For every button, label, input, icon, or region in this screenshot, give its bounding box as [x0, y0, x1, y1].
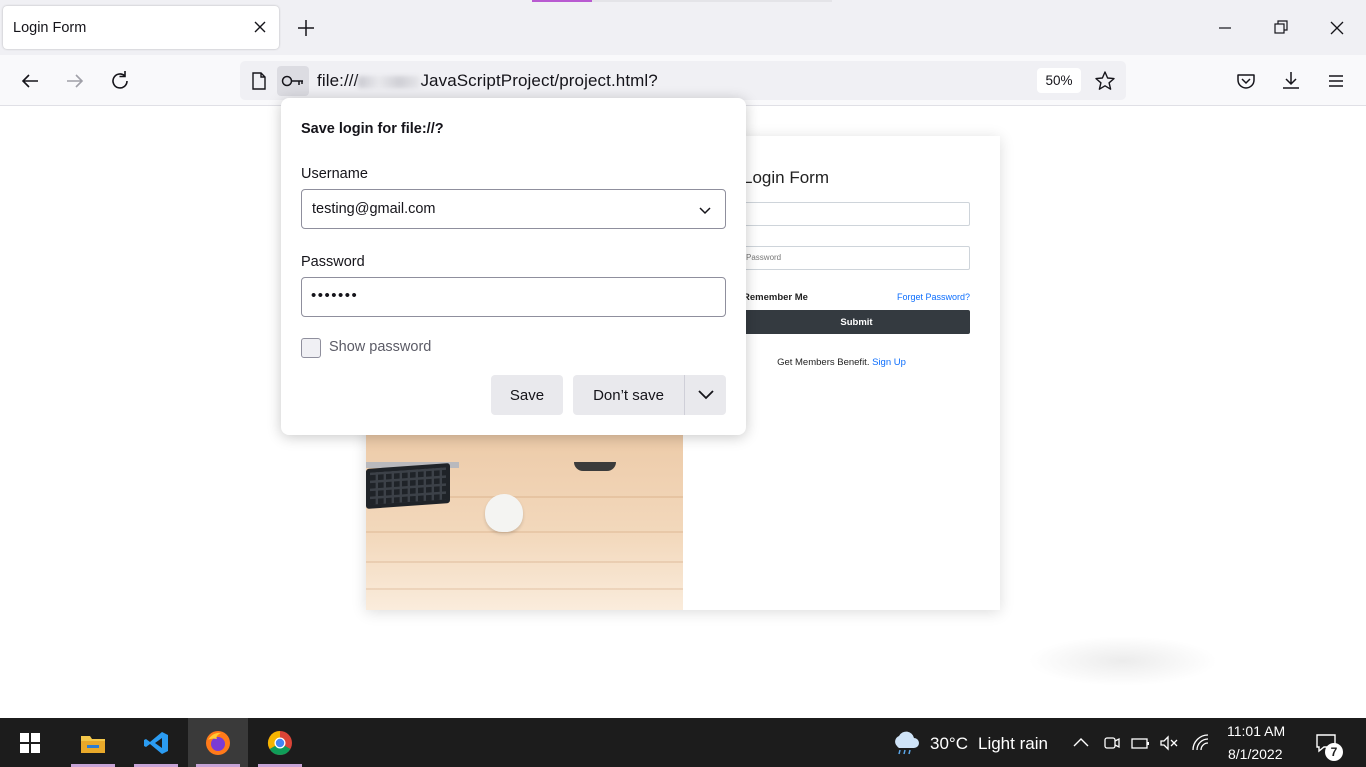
windows-logo-icon [20, 732, 40, 753]
hamburger-menu-icon[interactable] [1322, 67, 1350, 95]
dark-object [574, 462, 616, 471]
battery-icon[interactable] [1129, 732, 1151, 754]
tab-strip: Login Form [0, 0, 1366, 55]
wood-grain [366, 588, 683, 590]
password-placeholder: Password [746, 253, 782, 262]
form-title: Login Form [743, 168, 829, 187]
taskbar-firefox[interactable] [188, 718, 248, 767]
speaker-muted-icon[interactable] [1158, 732, 1180, 754]
page-icon[interactable] [248, 70, 270, 92]
weather-description[interactable]: Light rain [978, 734, 1048, 754]
keyboard [366, 463, 450, 509]
url-prefix: file:/// [317, 71, 359, 90]
username-value: testing@gmail.com [312, 201, 436, 217]
taskbar-vscode[interactable] [126, 718, 186, 767]
members-text: Get Members Benefit. [777, 357, 870, 368]
vscode-icon [144, 731, 168, 754]
save-login-popup: Save login for file://? Username testing… [281, 98, 746, 435]
taskbar-chrome[interactable] [250, 718, 310, 767]
url-text[interactable]: file:/// JavaScriptProject/project.html? [317, 71, 658, 91]
password-label: Password [301, 254, 365, 270]
bookmark-star-icon[interactable] [1093, 69, 1117, 93]
folder-icon [81, 735, 105, 753]
email-input[interactable] [743, 202, 970, 226]
key-icon [281, 75, 303, 87]
tab-login-form[interactable]: Login Form [3, 6, 279, 49]
show-password-checkbox[interactable] [301, 338, 321, 358]
taskbar-file-explorer[interactable] [63, 718, 123, 767]
firefox-icon [206, 730, 230, 755]
url-redacted-segment [358, 75, 421, 88]
submit-button[interactable]: Submit [743, 310, 970, 334]
pocket-icon[interactable] [1232, 67, 1260, 95]
saved-login-key-button[interactable] [277, 66, 309, 96]
url-suffix: JavaScriptProject/project.html? [420, 71, 658, 90]
start-button[interactable] [0, 718, 60, 767]
blurred-region [1028, 636, 1218, 686]
save-button[interactable]: Save [491, 375, 563, 415]
minimize-icon[interactable] [1211, 14, 1239, 42]
back-arrow-icon[interactable] [16, 67, 44, 95]
sign-up-link[interactable]: Sign Up [872, 357, 906, 368]
close-icon[interactable] [250, 17, 270, 37]
show-password-label[interactable]: Show password [329, 339, 431, 355]
rain-cloud-icon[interactable] [890, 730, 920, 756]
window-close-icon[interactable] [1323, 14, 1351, 42]
chevron-down-icon[interactable] [697, 202, 713, 218]
new-tab-plus-icon[interactable] [293, 15, 319, 41]
chevron-down-icon [698, 390, 714, 400]
wood-grain [366, 531, 683, 533]
wood-grain [366, 561, 683, 563]
wifi-icon[interactable] [1190, 732, 1212, 754]
username-field[interactable]: testing@gmail.com [301, 189, 726, 229]
restore-icon[interactable] [1267, 14, 1295, 42]
reload-icon[interactable] [106, 67, 134, 95]
notification-count-badge: 7 [1325, 743, 1343, 761]
mouse [485, 494, 523, 532]
forward-arrow-icon[interactable] [61, 67, 89, 95]
chrome-icon [267, 730, 292, 755]
clock-time[interactable]: 11:01 AM [1227, 723, 1285, 739]
popup-title: Save login for file://? [301, 121, 444, 137]
zoom-level-badge[interactable]: 50% [1037, 68, 1081, 93]
meet-now-icon[interactable] [1100, 732, 1122, 754]
chevron-up-icon[interactable] [1070, 732, 1092, 754]
url-bar[interactable]: file:///JavaScriptProject/project.html? … [240, 61, 1126, 100]
windows-taskbar: 30°C Light rain 11:01 AM 8/1/2022 7 [0, 718, 1366, 767]
tab-strip-indicator-active [532, 0, 592, 2]
clock-date[interactable]: 8/1/2022 [1228, 746, 1283, 762]
tab-title: Login Form [13, 19, 87, 36]
forgot-password-link[interactable]: Forget Password? [897, 292, 970, 302]
dont-save-button[interactable]: Don’t save [573, 375, 684, 415]
downloads-icon[interactable] [1277, 67, 1305, 95]
password-value: ••••••• [311, 287, 359, 304]
password-input[interactable]: Password [743, 246, 970, 270]
username-label: Username [301, 166, 368, 182]
password-field[interactable]: ••••••• [301, 277, 726, 317]
weather-temperature[interactable]: 30°C [930, 734, 968, 754]
remember-me-label[interactable]: Remember Me [743, 292, 808, 303]
save-options-dropdown-button[interactable] [684, 375, 726, 415]
